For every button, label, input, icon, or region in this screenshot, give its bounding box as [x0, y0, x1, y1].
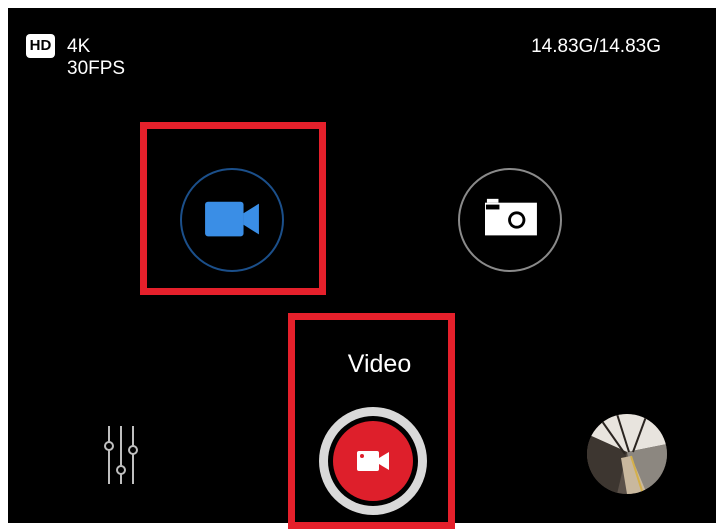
camera-icon [485, 198, 537, 236]
storage-area: 14.83G/14.83G [416, 34, 716, 60]
resolution-label[interactable]: 4K 30FPS [67, 36, 125, 80]
highlight-box-shutter [288, 313, 455, 529]
hd-badge: HD [26, 34, 55, 58]
storage-label: 14.83G/14.83G [531, 36, 661, 57]
sliders-icon[interactable] [101, 424, 141, 486]
gallery-image [587, 414, 667, 494]
gallery-thumbnail[interactable] [587, 414, 667, 494]
photo-mode-button[interactable] [458, 168, 562, 272]
highlight-box-mode [140, 122, 326, 295]
